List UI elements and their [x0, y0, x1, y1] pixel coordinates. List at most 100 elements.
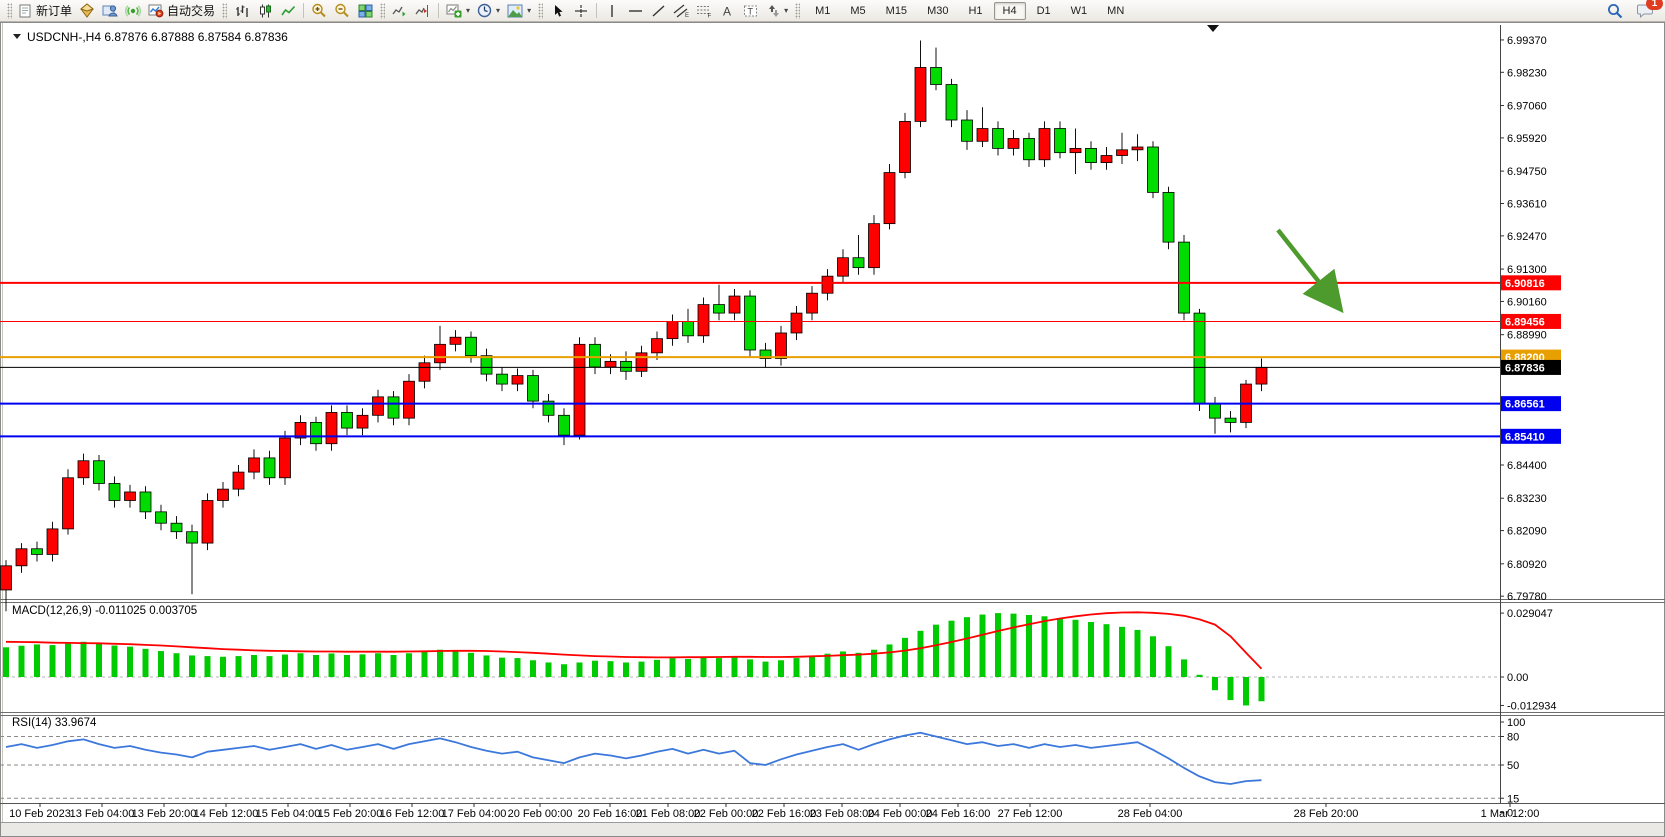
new-order-button[interactable]: 新订单	[16, 1, 75, 21]
svg-text:80: 80	[1507, 732, 1519, 744]
svg-text:0.029047: 0.029047	[1507, 608, 1553, 620]
toolbar: 新订单 自动交易	[0, 0, 1665, 22]
signals-button[interactable]	[122, 1, 144, 21]
svg-text:6.93610: 6.93610	[1507, 198, 1547, 210]
timeframe-w1[interactable]: W1	[1062, 2, 1097, 20]
svg-text:6.86561: 6.86561	[1505, 399, 1545, 411]
svg-text:6.91300: 6.91300	[1507, 264, 1547, 276]
chart-shift-icon	[415, 4, 431, 18]
timeframe-mn[interactable]: MN	[1098, 2, 1133, 20]
svg-text:A: A	[723, 4, 731, 18]
svg-text:1 Mar 12:00: 1 Mar 12:00	[1481, 808, 1540, 820]
arrows-button[interactable]: ▾	[762, 1, 791, 21]
svg-text:17 Feb 04:00: 17 Feb 04:00	[442, 808, 507, 820]
timeframe-toolbar: M1M5M15M30H1H4D1W1MN	[806, 2, 1133, 20]
chevron-down-icon: ▾	[466, 6, 470, 15]
tile-windows-button[interactable]	[354, 1, 376, 21]
candlestick-button[interactable]	[254, 1, 276, 21]
zoom-out-button[interactable]	[331, 1, 353, 21]
svg-text:20 Feb 16:00: 20 Feb 16:00	[578, 808, 643, 820]
tester-icon	[102, 3, 118, 18]
toolbar-grip[interactable]	[795, 3, 800, 19]
toolbar-grip[interactable]	[380, 3, 385, 19]
notification-badge: 1	[1646, 0, 1663, 10]
chat-button[interactable]: 1	[1634, 1, 1657, 21]
timeframe-d1[interactable]: D1	[1028, 2, 1060, 20]
text-icon: A	[721, 4, 734, 18]
timeframe-m1[interactable]: M1	[806, 2, 839, 20]
search-icon	[1607, 3, 1623, 19]
text-label-button[interactable]: T	[739, 1, 761, 21]
toolbar-grip[interactable]	[7, 3, 12, 19]
equidistant-channel-button[interactable]: E	[670, 1, 692, 21]
rsi-label: RSI(14) 33.9674	[12, 717, 97, 729]
svg-text:28 Feb 04:00: 28 Feb 04:00	[1118, 808, 1183, 820]
svg-text:27 Feb 12:00: 27 Feb 12:00	[998, 808, 1063, 820]
toolbar-grip[interactable]	[222, 3, 227, 19]
svg-text:13 Feb 20:00: 13 Feb 20:00	[132, 808, 197, 820]
new-order-label: 新订单	[36, 2, 72, 19]
text-button[interactable]: A	[716, 1, 738, 21]
strategy-tester-button[interactable]	[99, 1, 121, 21]
auto-scroll-button[interactable]	[389, 1, 411, 21]
svg-text:20 Feb 00:00: 20 Feb 00:00	[508, 808, 573, 820]
templates-button[interactable]: ▾	[504, 1, 534, 21]
horizontal-line-button[interactable]	[624, 1, 646, 21]
svg-text:13 Feb 04:00: 13 Feb 04:00	[70, 808, 135, 820]
toolbar-right: 1	[1604, 1, 1661, 21]
horizontal-line-icon	[628, 4, 643, 18]
timeframe-h1[interactable]: H1	[959, 2, 991, 20]
svg-text:6.88990: 6.88990	[1507, 330, 1547, 342]
new-chart-icon	[446, 3, 462, 18]
timeframe-m5[interactable]: M5	[841, 2, 874, 20]
svg-text:22 Feb 16:00: 22 Feb 16:00	[752, 808, 817, 820]
toolbar-separator	[596, 3, 597, 18]
periodicity-button[interactable]: ▾	[474, 1, 503, 21]
svg-text:24 Feb 00:00: 24 Feb 00:00	[868, 808, 933, 820]
equidistant-channel-icon: E	[673, 4, 689, 18]
svg-text:6.79780: 6.79780	[1507, 591, 1547, 603]
vertical-line-button[interactable]	[601, 1, 623, 21]
bar-chart-button[interactable]	[231, 1, 253, 21]
templates-icon	[507, 4, 523, 18]
arrows-icon	[765, 4, 780, 18]
tile-windows-icon	[358, 4, 373, 18]
svg-text:24 Feb 16:00: 24 Feb 16:00	[926, 808, 991, 820]
svg-text:6.83230: 6.83230	[1507, 493, 1547, 505]
svg-text:6.97060: 6.97060	[1507, 101, 1547, 113]
auto-trading-button[interactable]: 自动交易	[145, 1, 218, 21]
svg-text:T: T	[747, 6, 753, 16]
svg-text:6.90816: 6.90816	[1505, 278, 1545, 290]
cursor-button[interactable]	[547, 1, 569, 21]
fibonacci-icon: F	[696, 4, 712, 18]
timeframe-m30[interactable]: M30	[918, 2, 957, 20]
trendline-button[interactable]	[647, 1, 669, 21]
timeframe-m15[interactable]: M15	[877, 2, 916, 20]
new-chart-button[interactable]: ▾	[443, 1, 473, 21]
svg-text:15 Feb 04:00: 15 Feb 04:00	[256, 808, 321, 820]
line-chart-button[interactable]	[277, 1, 299, 21]
svg-text:100: 100	[1507, 717, 1525, 729]
fibonacci-button[interactable]: F	[693, 1, 715, 21]
auto-trading-label: 自动交易	[167, 2, 215, 19]
svg-text:14 Feb 12:00: 14 Feb 12:00	[194, 808, 259, 820]
svg-text:6.80920: 6.80920	[1507, 559, 1547, 571]
market-icon	[79, 3, 95, 18]
bar-chart-icon	[235, 4, 250, 18]
chart-area[interactable]: 6.993706.982306.970606.959206.947506.936…	[0, 22, 1665, 837]
zoom-in-button[interactable]	[308, 1, 330, 21]
toolbar-grip[interactable]	[538, 3, 543, 19]
zoom-in-icon	[311, 3, 327, 18]
chevron-down-icon: ▾	[784, 6, 788, 15]
chart-shift-button[interactable]	[412, 1, 434, 21]
search-button[interactable]	[1604, 1, 1626, 21]
market-button[interactable]	[76, 1, 98, 21]
svg-text:6.85410: 6.85410	[1505, 431, 1545, 443]
svg-text:6.87836: 6.87836	[1505, 362, 1545, 374]
cursor-icon	[552, 4, 565, 18]
timeframe-h4[interactable]: H4	[994, 2, 1026, 20]
svg-text:23 Feb 08:00: 23 Feb 08:00	[810, 808, 875, 820]
svg-text:6.84400: 6.84400	[1507, 460, 1547, 472]
chevron-down-icon: ▾	[496, 6, 500, 15]
crosshair-button[interactable]	[570, 1, 592, 21]
